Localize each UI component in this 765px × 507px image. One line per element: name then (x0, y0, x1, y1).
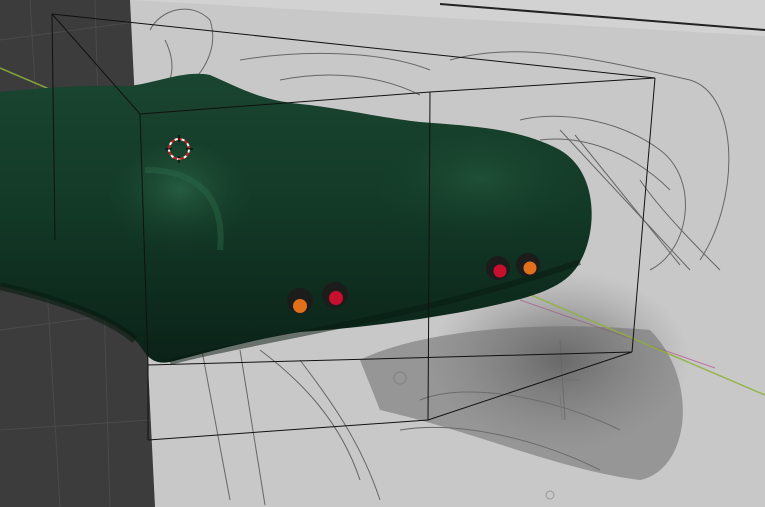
tail-light-left-outer[interactable] (287, 288, 313, 314)
3d-viewport[interactable] (0, 0, 765, 507)
tail-light-right-outer[interactable] (516, 253, 540, 277)
tail-light-left-inner[interactable] (322, 282, 348, 308)
viewport-scene[interactable] (0, 0, 765, 507)
tail-light-right-inner[interactable] (486, 256, 510, 280)
